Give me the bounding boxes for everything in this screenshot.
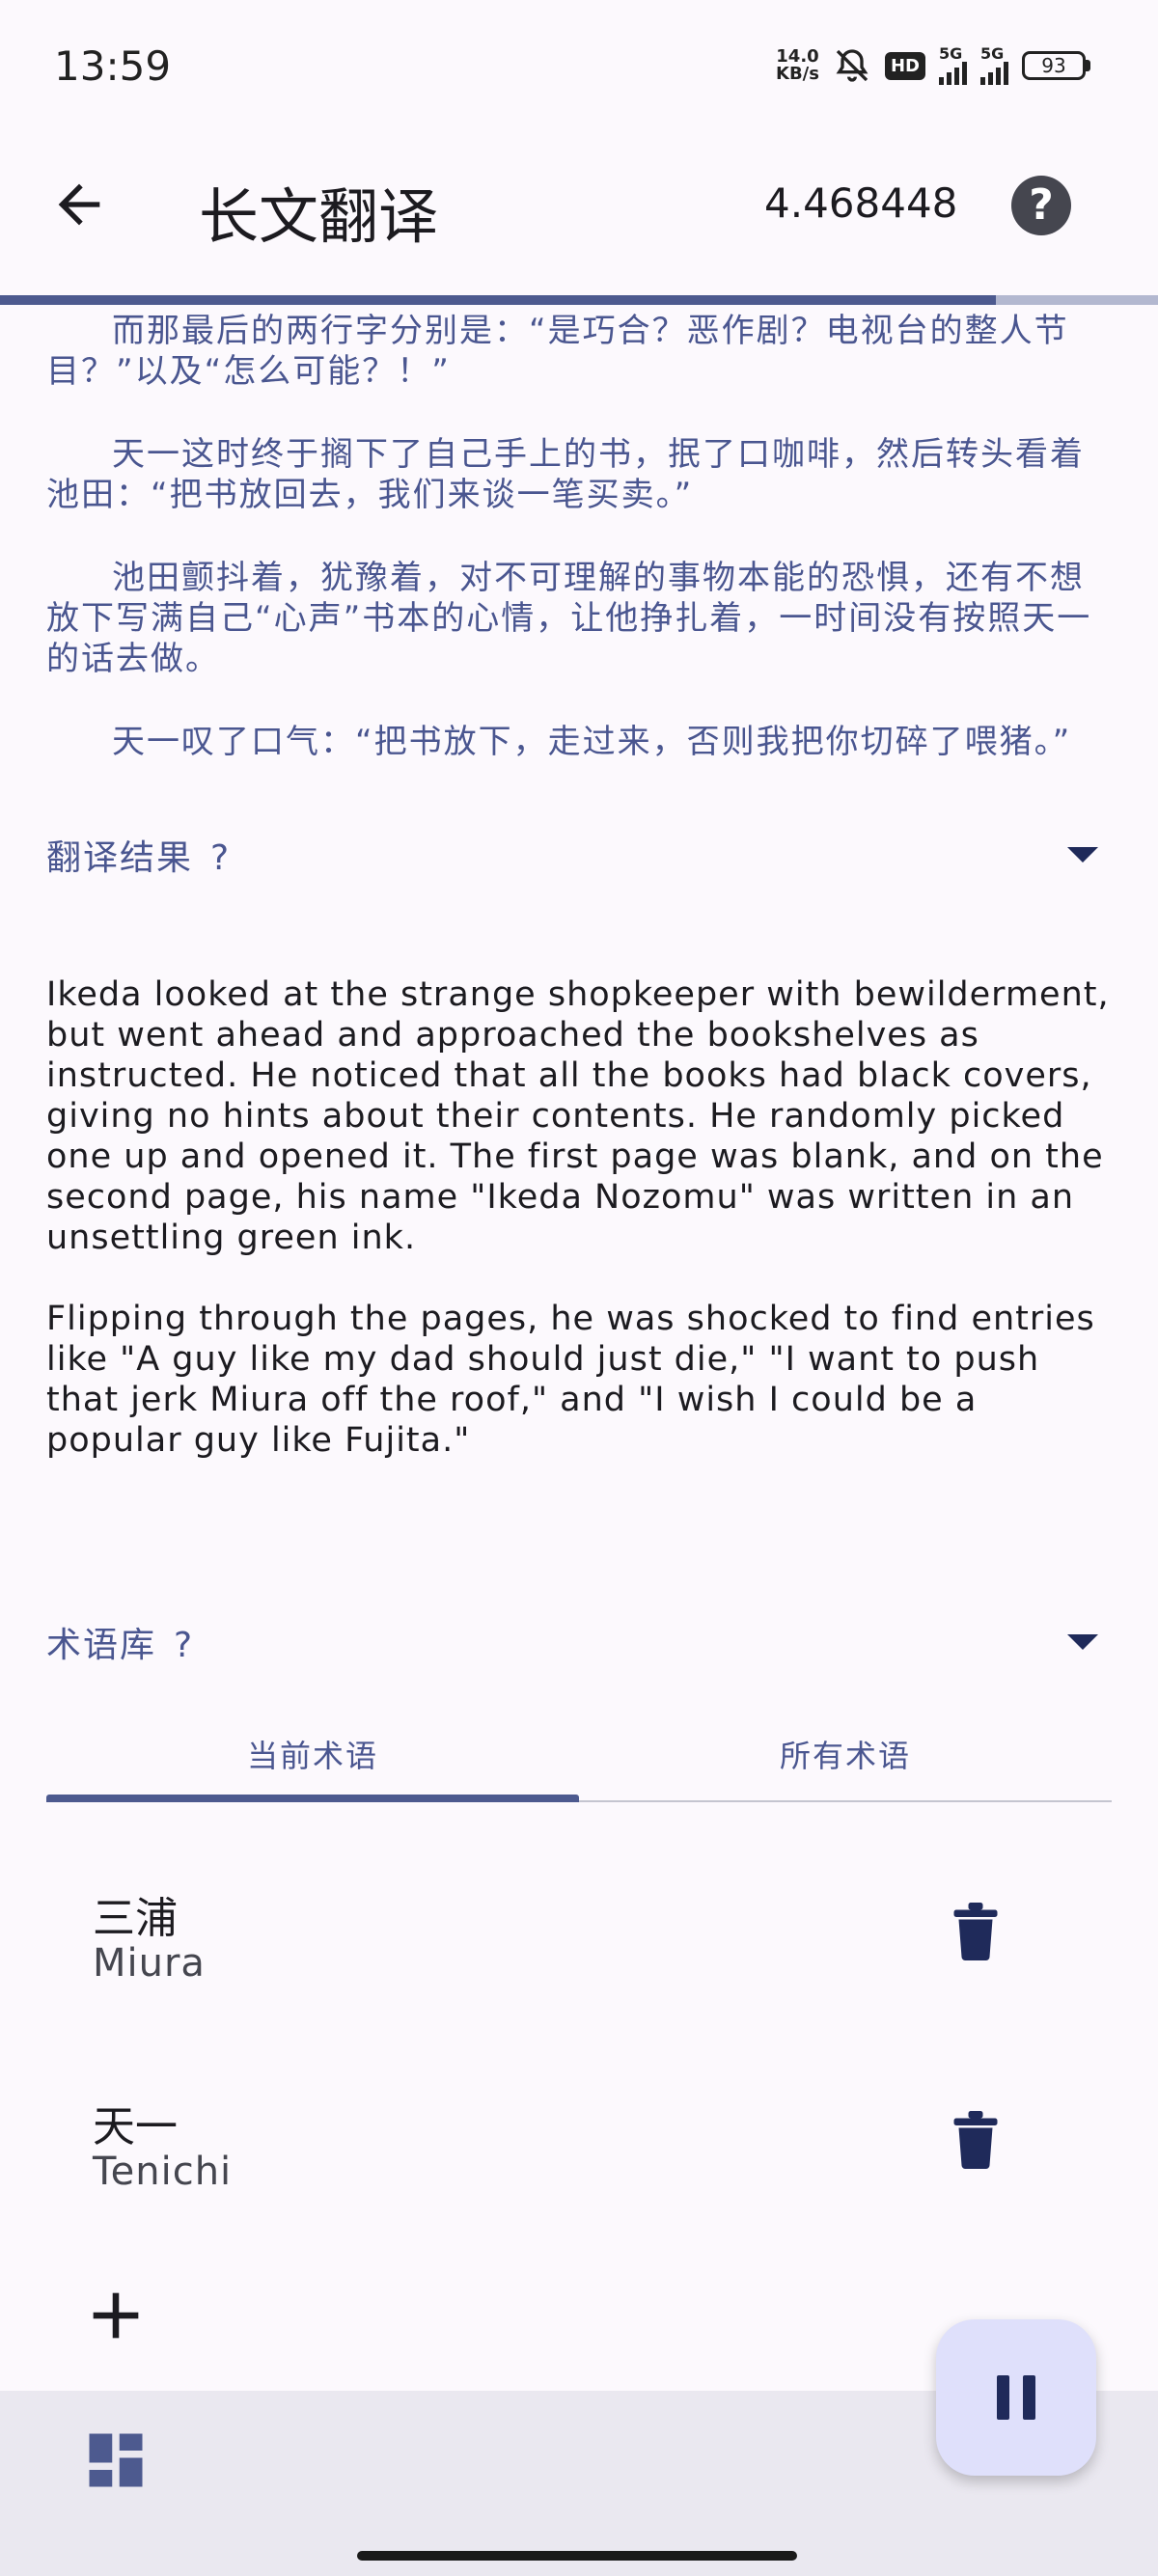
chevron-down-icon[interactable] (1067, 847, 1098, 863)
translation-result: Ikeda looked at the strange shopkeeper w… (46, 974, 1117, 1501)
source-paragraph: 而那最后的两行字分别是：“是巧合？恶作剧？电视台的整人节目？”以及“怎么可能？！… (46, 312, 1069, 391)
translation-title-label: 翻译结果 (46, 838, 194, 878)
page-title: 长文翻译 (199, 181, 439, 252)
term-source: 三浦 (93, 1894, 178, 1943)
signal-sim1: 5G (939, 46, 967, 85)
status-icons: 14.0 KB/s HD 5G 5G 93 (776, 46, 1090, 85)
pause-icon (997, 2375, 1035, 2420)
metric-value: 4.468448 (764, 179, 958, 227)
glossary-title-label: 术语库 (46, 1626, 157, 1665)
signal-bars-icon (939, 62, 967, 85)
source-text-area[interactable]: 而那最后的两行字分别是：“是巧合？恶作剧？电视台的整人节目？”以及“怎么可能？！… (46, 311, 1117, 780)
chevron-down-icon[interactable] (1067, 1634, 1098, 1650)
plus-icon[interactable] (89, 2288, 143, 2343)
glossary-section-title: 术语库? (46, 1617, 194, 1667)
translation-section-header[interactable]: 翻译结果? (46, 820, 1117, 888)
tab-indicator (46, 1795, 579, 1802)
network-speed-unit: KB/s (776, 64, 819, 84)
source-paragraph: 池田颤抖着，犹豫着，对不可理解的事物本能的恐惧，还有不想放下写满自己“心声”书本… (46, 559, 1092, 678)
trash-icon[interactable] (951, 1903, 1000, 1960)
progress-fill (0, 295, 996, 305)
status-bar: 13:59 14.0 KB/s HD 5G 5G 93 (0, 0, 1158, 135)
hd-badge: HD (884, 51, 925, 80)
app-bar: 长文翻译 4.468448 ? (0, 145, 1158, 264)
dashboard-icon[interactable] (87, 2431, 145, 2489)
battery-level: 93 (1022, 51, 1086, 80)
term-item[interactable]: 三浦 Miura (93, 1883, 1058, 2009)
translation-section-title: 翻译结果? (46, 830, 231, 880)
term-item[interactable]: 天一 Tenichi (93, 2092, 1058, 2217)
term-target: Tenichi (93, 2150, 233, 2194)
help-circle-icon[interactable]: ? (1011, 176, 1071, 235)
glossary-help-icon[interactable]: ? (174, 1626, 194, 1665)
translation-paragraph: Ikeda looked at the strange shopkeeper w… (46, 975, 1110, 1257)
screen: 13:59 14.0 KB/s HD 5G 5G 93 长文翻译 4.46844… (0, 0, 1158, 2576)
trash-icon[interactable] (951, 2111, 1000, 2169)
glossary-section-header[interactable]: 术语库? (46, 1607, 1117, 1675)
pause-button[interactable] (936, 2319, 1096, 2476)
translation-paragraph: Flipping through the pages, he was shock… (46, 1300, 1095, 1460)
network-speed: 14.0 KB/s (776, 48, 819, 83)
translation-help-icon[interactable]: ? (210, 838, 231, 878)
term-source: 天一 (93, 2102, 178, 2151)
progress-bar (0, 295, 1158, 305)
signal-bars-icon (980, 62, 1008, 85)
battery-icon: 93 (1022, 51, 1090, 80)
tab-all-terms[interactable]: 所有术语 (579, 1725, 1112, 1800)
glossary-tabs: 当前术语 所有术语 (46, 1725, 1112, 1802)
source-paragraph: 天一叹了口气：“把书放下，走过来，否则我把你切碎了喂猪。” (112, 723, 1072, 761)
status-time: 13:59 (54, 42, 172, 90)
term-target: Miura (93, 1941, 206, 1986)
source-paragraph: 天一这时终于搁下了自己手上的书，抿了口咖啡，然后转头看着池田：“把书放回去，我们… (46, 435, 1085, 514)
signal-sim1-label: 5G (939, 44, 963, 63)
bell-off-icon (836, 49, 868, 82)
arrow-left-icon[interactable] (48, 174, 110, 235)
signal-sim2-label: 5G (980, 44, 1005, 63)
tab-current-terms[interactable]: 当前术语 (46, 1725, 579, 1800)
home-indicator[interactable] (357, 2551, 797, 2561)
signal-sim2: 5G (980, 46, 1008, 85)
